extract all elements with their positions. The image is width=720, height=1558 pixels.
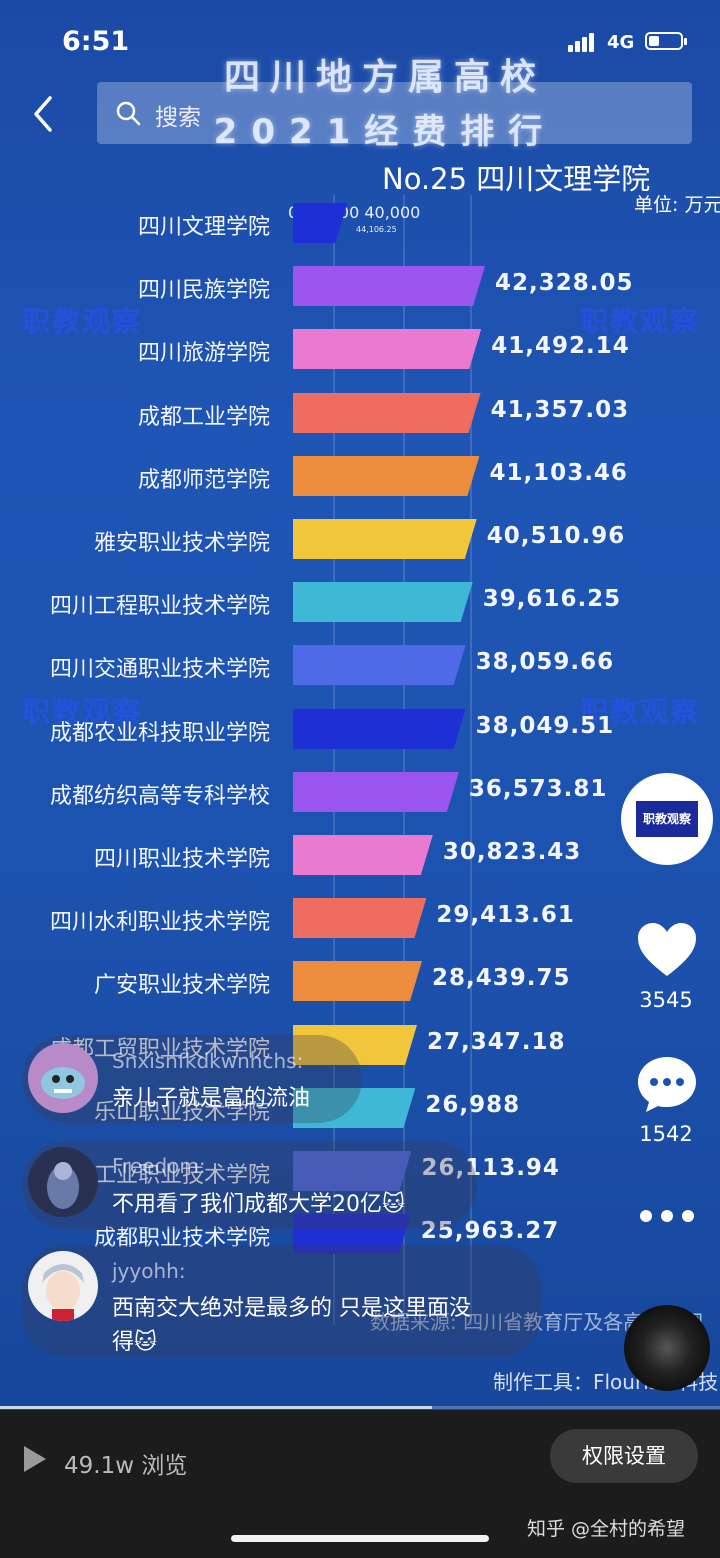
clock: 6:51 <box>62 26 130 57</box>
value-label: 26,988 <box>425 1091 521 1118</box>
comment-user: Freedom: <box>112 1154 206 1178</box>
comment-count: 1542 <box>639 1122 693 1146</box>
bottom-bar: 49.1w 浏览 权限设置 知乎 @全村的希望 <box>0 1410 720 1558</box>
home-indicator[interactable] <box>231 1535 489 1542</box>
view-count: 49.1w 浏览 <box>64 1453 188 1479</box>
search-icon <box>116 101 141 126</box>
bar <box>293 392 481 433</box>
dark-figure-avatar-icon <box>47 1162 79 1209</box>
rank-title: No.25 四川文理学院 <box>382 162 651 196</box>
bar <box>293 519 477 559</box>
category-label: 四川工程职业技术学院 <box>49 594 270 620</box>
battery-icon <box>645 32 687 50</box>
anime-avatar-icon <box>42 1264 84 1321</box>
video-progress[interactable] <box>0 1406 720 1409</box>
value-label: 41,492.14 <box>491 333 630 360</box>
comment-icon[interactable] <box>636 1055 698 1113</box>
category-label: 四川交通职业技术学院 <box>49 657 270 683</box>
play-icon[interactable] <box>22 1444 48 1474</box>
value-label: 38,049.51 <box>475 712 615 739</box>
bar <box>293 961 422 1002</box>
watermark: 职教观察 <box>22 305 143 338</box>
value-label: 27,347.18 <box>427 1028 566 1055</box>
bar <box>293 203 348 243</box>
credit-text: 知乎 @全村的希望 <box>527 1518 686 1540</box>
search-placeholder: 搜索 <box>155 105 201 131</box>
comment-text: 亲儿子就是富的流油 <box>112 1086 311 1111</box>
user-avatar[interactable] <box>28 1147 98 1217</box>
value-label: 30,823.43 <box>442 839 582 865</box>
bar <box>293 329 482 370</box>
category-label: 四川水利职业技术学院 <box>49 910 270 936</box>
bar <box>293 898 427 939</box>
more-icon[interactable] <box>640 1210 694 1226</box>
user-avatar[interactable] <box>28 1251 98 1321</box>
bar <box>293 835 433 875</box>
category-label: 四川文理学院 <box>137 215 270 240</box>
heart-icon[interactable] <box>636 922 698 978</box>
category-label: 四川职业技术学院 <box>93 847 270 872</box>
category-label: 成都工业学院 <box>137 404 270 430</box>
monster-avatar-icon <box>41 1067 85 1099</box>
bar <box>293 708 466 749</box>
value-label: 40,510.96 <box>486 523 626 549</box>
back-button[interactable] <box>26 94 66 134</box>
permission-settings-button[interactable]: 权限设置 <box>550 1429 698 1483</box>
comment-text-cont: 得🐱 <box>112 1330 157 1355</box>
category-label: 成都农业科技职业学院 <box>49 720 270 746</box>
like-count: 3545 <box>639 988 693 1012</box>
bar <box>293 771 459 812</box>
search-bar[interactable]: 搜索 <box>97 82 692 144</box>
value-label: 36,573.81 <box>468 775 608 802</box>
user-avatar[interactable] <box>28 1043 98 1113</box>
category-label: 四川旅游学院 <box>137 341 270 367</box>
axis-sub-label: 44,106.25 <box>356 225 397 234</box>
category-label: 成都纺织高等专科学校 <box>49 783 270 809</box>
bar <box>293 455 480 496</box>
comment-user: Snxisnfkdkwnhchs: <box>112 1049 304 1073</box>
author-avatar[interactable]: 职教观察 <box>621 773 713 865</box>
comment-text: 不用看了我们成都大学20亿🐱 <box>112 1192 405 1217</box>
chevron-left-icon <box>34 96 52 132</box>
value-label: 42,328.05 <box>495 270 634 297</box>
music-disc-icon[interactable] <box>624 1305 710 1391</box>
bar <box>293 582 473 623</box>
value-label: 29,413.61 <box>436 902 575 929</box>
category-label: 雅安职业技术学院 <box>93 531 270 556</box>
comment-text: 西南交大绝对是最多的 只是这里面没 <box>112 1296 471 1321</box>
category-label: 成都师范学院 <box>137 467 270 493</box>
category-label: 广安职业技术学院 <box>93 973 270 999</box>
value-label: 38,059.66 <box>475 649 615 676</box>
value-label: 41,357.03 <box>490 396 630 423</box>
video-area[interactable]: 6:51 4G 四川地方属高校 2021经费排行 搜索 No.25 四川文理学院… <box>0 0 720 1410</box>
progress-fill <box>0 1406 432 1409</box>
bar <box>293 266 485 307</box>
comment-user: jyyohh: <box>112 1259 186 1283</box>
value-label: 28,439.75 <box>432 965 571 992</box>
unit-label: 单位: 万元 <box>634 194 720 216</box>
value-label: 39,616.25 <box>482 586 622 613</box>
author-logo: 职教观察 <box>636 801 698 837</box>
value-label: 41,103.46 <box>489 459 628 486</box>
category-label: 四川民族学院 <box>137 278 270 304</box>
bar <box>293 645 466 686</box>
